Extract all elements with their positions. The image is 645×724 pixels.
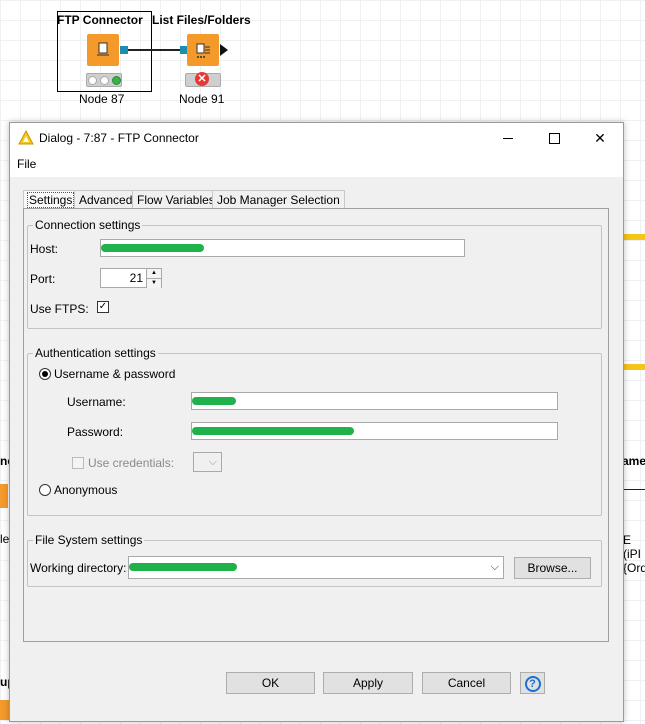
authentication-settings-group: Authentication settings Username & passw… xyxy=(27,346,602,516)
anonymous-label: Anonymous xyxy=(54,483,118,497)
anonymous-radio[interactable] xyxy=(39,484,51,496)
error-icon: ✕ xyxy=(195,72,209,86)
spinner-up-icon[interactable]: ▲ xyxy=(147,269,161,279)
use-ftps-checkbox[interactable]: ✓ xyxy=(97,301,109,313)
minimize-icon xyxy=(503,137,513,139)
tab-settings[interactable]: Settings xyxy=(23,190,79,209)
file-system-settings-legend: File System settings xyxy=(33,533,145,547)
minimize-button[interactable] xyxy=(485,123,531,153)
partial-node-icon xyxy=(0,484,8,508)
node-87-output-port[interactable] xyxy=(120,46,128,54)
apply-button[interactable]: Apply xyxy=(323,672,413,694)
ftp-connector-node[interactable] xyxy=(87,34,119,66)
canvas-annotation-bar xyxy=(622,234,645,240)
menu-bar: File xyxy=(10,153,623,177)
use-credentials-label: Use credentials: xyxy=(88,456,175,470)
node-91-output-port[interactable] xyxy=(220,44,228,56)
chevron-down-icon[interactable]: ⌵ xyxy=(491,561,499,574)
port-spinner-arrows[interactable]: ▲ ▼ xyxy=(146,269,161,288)
partial-node-text: {Ord xyxy=(623,561,645,575)
dialog-title: Dialog - 7:87 - FTP Connector xyxy=(39,131,199,145)
node-87-title: FTP Connector xyxy=(57,13,143,27)
node-87-label: Node 87 xyxy=(79,92,125,106)
use-credentials-checkbox[interactable] xyxy=(72,457,84,469)
help-button[interactable]: ? xyxy=(520,672,545,694)
connection-line xyxy=(128,49,186,51)
username-input[interactable] xyxy=(191,392,558,410)
checkmark-icon: ✓ xyxy=(98,301,108,312)
maximize-icon xyxy=(548,132,560,144)
host-input[interactable] xyxy=(100,239,465,257)
port-spinner[interactable]: 21 ▲ ▼ xyxy=(100,268,162,288)
menu-file[interactable]: File xyxy=(17,157,36,171)
spinner-down-icon[interactable]: ▼ xyxy=(147,279,161,288)
close-button[interactable]: ✕ xyxy=(577,123,623,153)
username-password-radio[interactable] xyxy=(39,368,51,380)
port-value: 21 xyxy=(129,271,143,285)
ftp-connector-icon xyxy=(97,42,109,56)
cancel-button[interactable]: Cancel xyxy=(422,672,511,694)
node-91-label: Node 91 xyxy=(179,92,225,106)
list-files-icon xyxy=(196,43,210,58)
chevron-down-icon: ⌵ xyxy=(208,456,217,468)
dialog-titlebar[interactable]: Dialog - 7:87 - FTP Connector ✕ xyxy=(10,123,623,153)
connection-settings-legend: Connection settings xyxy=(33,218,143,232)
canvas-annotation-bar xyxy=(622,364,645,370)
tab-flow-variables[interactable]: Flow Variables xyxy=(132,190,220,209)
settings-panel: Connection settings Host: Port: 21 ▲ ▼ U… xyxy=(23,208,609,642)
node-87-status xyxy=(86,73,122,87)
maximize-button[interactable] xyxy=(531,123,577,153)
authentication-settings-legend: Authentication settings xyxy=(33,346,158,360)
tab-advanced[interactable]: Advanced xyxy=(74,190,138,209)
host-label: Host: xyxy=(30,242,59,256)
partial-node-title: ame xyxy=(622,454,645,468)
password-input[interactable] xyxy=(191,422,558,440)
tab-job-manager-selection[interactable]: Job Manager Selection xyxy=(212,190,345,209)
use-ftps-label: Use FTPS: xyxy=(30,302,89,316)
partial-node-text: E xyxy=(623,533,632,547)
username-label: Username: xyxy=(67,395,126,409)
ok-button[interactable]: OK xyxy=(226,672,315,694)
partial-node-text: (iPI xyxy=(623,547,641,561)
connection-settings-group: Connection settings Host: Port: 21 ▲ ▼ U… xyxy=(27,218,602,329)
file-system-settings-group: File System settings Working directory: … xyxy=(27,533,602,587)
ftp-connector-dialog: Dialog - 7:87 - FTP Connector ✕ File Set… xyxy=(9,122,624,722)
browse-button[interactable]: Browse... xyxy=(514,557,591,579)
connection-line xyxy=(622,489,645,490)
node-91-title: List Files/Folders xyxy=(152,13,251,27)
help-icon: ? xyxy=(524,676,541,692)
knime-warning-icon xyxy=(18,130,34,145)
username-password-label: Username & password xyxy=(54,367,176,381)
close-icon: ✕ xyxy=(594,129,606,146)
working-directory-combo[interactable]: ⌵ xyxy=(128,556,504,579)
port-label: Port: xyxy=(30,272,56,286)
partial-node-label: le xyxy=(0,532,10,546)
working-directory-label: Working directory: xyxy=(30,561,127,575)
credentials-dropdown[interactable]: ⌵ xyxy=(193,452,222,472)
password-label: Password: xyxy=(67,425,124,439)
list-files-node[interactable] xyxy=(187,34,219,66)
